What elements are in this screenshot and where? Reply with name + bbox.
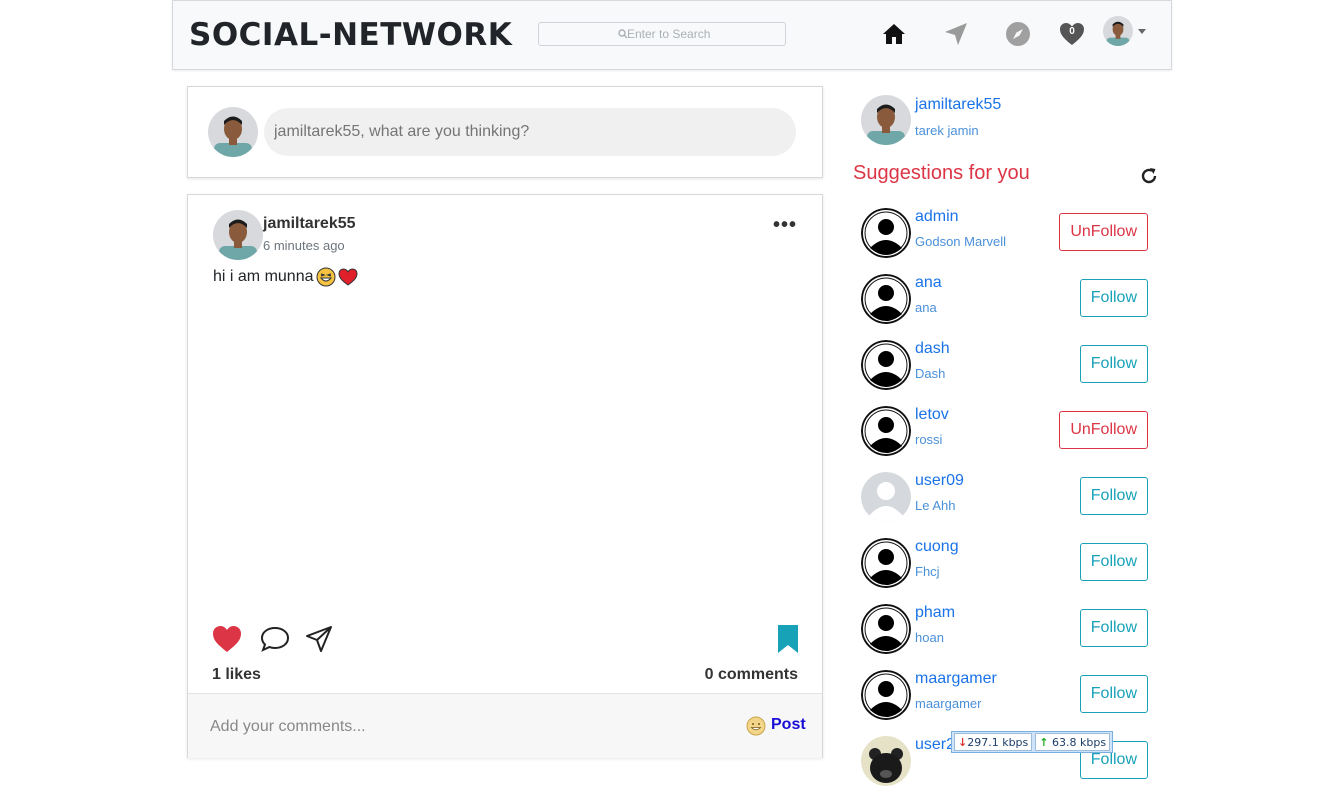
avatar[interactable]	[861, 208, 911, 258]
suggestion-item-admin: admin Godson Marvell UnFollow	[861, 208, 1151, 268]
suggestion-name: Dash	[915, 366, 946, 381]
refresh-icon[interactable]	[1138, 165, 1160, 187]
avatar[interactable]	[861, 538, 911, 588]
notifications-count: 0	[1069, 26, 1075, 37]
more-options-icon[interactable]: •••	[773, 215, 797, 235]
bookmark-icon[interactable]	[772, 623, 804, 655]
suggestion-username[interactable]: cuong	[915, 538, 959, 556]
suggestions-title: Suggestions for you	[853, 162, 1030, 184]
suggestion-item-dash: dash Dash Follow	[861, 340, 1151, 400]
search-icon	[618, 29, 628, 39]
avatar[interactable]	[861, 340, 911, 390]
follow-button[interactable]: Follow	[1079, 543, 1148, 581]
suggestion-item-ana: ana ana Follow	[861, 274, 1151, 334]
avatar[interactable]	[861, 472, 911, 522]
suggestion-name: Fhcj	[915, 564, 940, 579]
avatar[interactable]	[861, 274, 911, 324]
unfollow-button[interactable]: UnFollow	[1059, 213, 1148, 251]
home-icon[interactable]	[879, 19, 909, 49]
current-user-name: tarek jamin	[915, 123, 979, 138]
post-timestamp: 6 minutes ago	[263, 238, 345, 253]
suggestion-item-letov: letov rossi UnFollow	[861, 406, 1151, 466]
unfollow-button[interactable]: UnFollow	[1059, 411, 1148, 449]
compass-icon[interactable]	[1003, 19, 1033, 49]
avatar[interactable]	[861, 736, 911, 786]
post-content: hi i am munna	[213, 267, 358, 287]
post-card: jamiltarek55 6 minutes ago ••• hi i am m…	[187, 194, 823, 758]
suggestion-item-user09: user09 Le Ahh Follow	[861, 472, 1151, 532]
share-icon[interactable]	[303, 623, 335, 655]
download-speed: ↓297.1 kbps	[954, 733, 1033, 751]
likes-count[interactable]: 1 likes	[212, 666, 261, 684]
profile-dropdown-caret[interactable]	[1138, 29, 1146, 34]
follow-button[interactable]: Follow	[1079, 345, 1148, 383]
create-post-input[interactable]	[264, 108, 796, 156]
brand-logo[interactable]: SOCIAL-NETWORK	[189, 17, 512, 53]
avatar	[208, 107, 258, 157]
current-user-username[interactable]: jamiltarek55	[915, 96, 1001, 114]
suggestion-name: Godson Marvell	[915, 234, 1007, 249]
red-heart-emoji-icon	[337, 268, 358, 286]
follow-button[interactable]: Follow	[1079, 675, 1148, 713]
suggestion-name: rossi	[915, 432, 943, 447]
create-post-card	[187, 86, 823, 178]
profile-avatar[interactable]	[1103, 16, 1133, 46]
avatar[interactable]	[861, 406, 911, 456]
direct-message-icon[interactable]	[941, 19, 971, 49]
post-text: hi i am munna	[213, 268, 314, 285]
post-author[interactable]: jamiltarek55	[263, 215, 356, 233]
top-navbar: SOCIAL-NETWORK 0	[172, 0, 1172, 70]
suggestion-item-maargamer: maargamer maargamer Follow	[861, 670, 1151, 730]
avatar[interactable]	[861, 604, 911, 654]
avatar[interactable]	[861, 670, 911, 720]
suggestion-username[interactable]: dash	[915, 340, 950, 358]
suggestion-username[interactable]: user09	[915, 472, 964, 490]
suggestion-username[interactable]: letov	[915, 406, 949, 424]
follow-button[interactable]: Follow	[1079, 279, 1148, 317]
suggestion-username[interactable]: pham	[915, 604, 955, 622]
notifications-heart-icon[interactable]: 0	[1057, 19, 1087, 49]
like-heart-icon[interactable]	[211, 623, 243, 655]
avatar[interactable]	[213, 210, 263, 260]
search-input[interactable]	[538, 22, 786, 46]
suggestion-item-pham: pham hoan Follow	[861, 604, 1151, 664]
avatar[interactable]	[861, 95, 911, 145]
suggestion-username[interactable]: ana	[915, 274, 942, 292]
comment-icon[interactable]	[259, 623, 291, 655]
post-comment-button[interactable]: Post	[771, 716, 806, 734]
suggestion-username[interactable]: user2	[915, 736, 955, 754]
comments-count[interactable]: 0 comments	[705, 666, 798, 684]
search-box	[538, 22, 786, 46]
suggestion-name: maargamer	[915, 696, 982, 711]
suggestion-username[interactable]: admin	[915, 208, 959, 226]
suggestion-name: ana	[915, 300, 937, 315]
suggestion-item-cuong: cuong Fhcj Follow	[861, 538, 1151, 598]
netspeed-overlay: ↓297.1 kbps ↑ 63.8 kbps	[951, 731, 1114, 753]
suggestion-username[interactable]: maargamer	[915, 670, 997, 688]
grinning-emoji-icon	[316, 267, 335, 287]
emoji-picker-icon[interactable]	[746, 716, 766, 736]
upload-speed: ↑ 63.8 kbps	[1035, 733, 1111, 751]
follow-button[interactable]: Follow	[1079, 477, 1148, 515]
suggestion-name: Le Ahh	[915, 498, 956, 513]
comment-input[interactable]	[208, 714, 712, 740]
comment-bar: Post	[188, 693, 822, 758]
follow-button[interactable]: Follow	[1079, 609, 1148, 647]
suggestion-name: hoan	[915, 630, 944, 645]
